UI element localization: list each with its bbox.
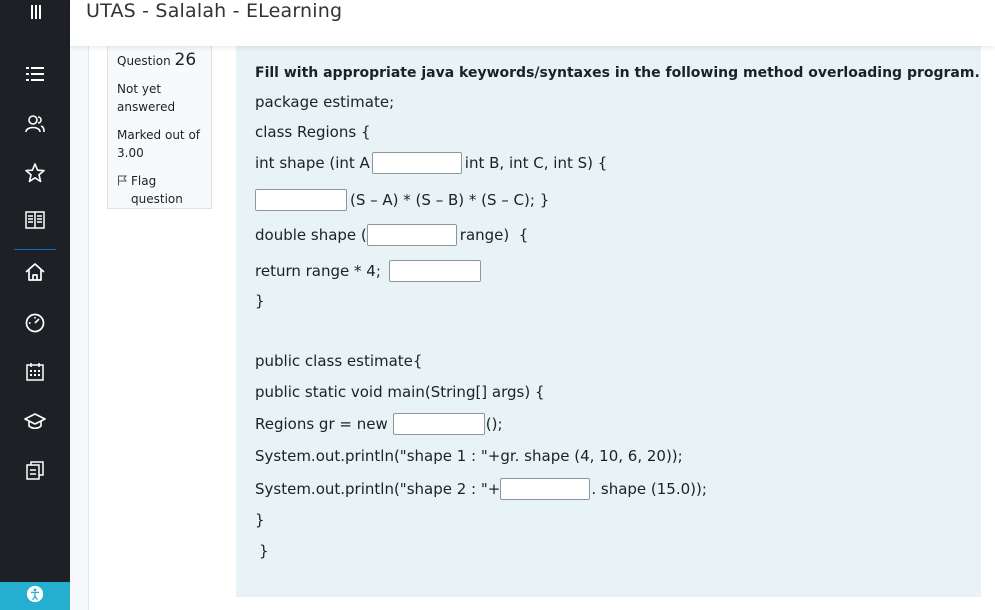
flag-icon [117, 172, 131, 191]
accessibility-icon [26, 585, 44, 607]
code-line-return: return range * 4; [255, 258, 481, 284]
code-line-regions: Regions gr = new (); [255, 413, 503, 435]
site-title[interactable]: UTAS - Salalah - ELearning [86, 0, 342, 22]
question-info-box: Question 26 Not yet answered Marked out … [107, 46, 212, 209]
question-grade: Marked out of 3.00 [117, 128, 201, 160]
code-line-calc: (S – A) * (S – B) * (S – C); } [255, 187, 549, 213]
graduation-cap-icon[interactable] [22, 408, 48, 434]
list-icon[interactable] [22, 61, 48, 87]
calendar-icon[interactable] [22, 359, 48, 385]
question-instruction: Fill with appropriate java keywords/synt… [255, 65, 980, 81]
code-line-package: package estimate; [255, 93, 395, 111]
home-icon[interactable] [22, 259, 48, 285]
star-icon[interactable] [22, 160, 48, 186]
dashboard-icon[interactable] [22, 310, 48, 336]
question-text-panel: Fill with appropriate java keywords/synt… [236, 46, 981, 597]
accessibility-button[interactable] [0, 582, 70, 610]
question-number: Question 26 [117, 50, 197, 70]
code-line-print-2: System.out.println("shape 2 : "+ . shape… [255, 478, 707, 500]
code-line-main: public static void main(String[] args) { [255, 383, 545, 401]
code-line-print-1: System.out.println("shape 1 : "+gr. shap… [255, 447, 683, 465]
left-sidebar [0, 0, 70, 610]
code-line-class: class Regions { [255, 123, 371, 141]
menu-icon[interactable] [22, 0, 48, 26]
code-line-int-shape: int shape (int A int B, int C, int S) { [255, 152, 608, 174]
book-icon[interactable] [22, 207, 48, 233]
code-line-double-shape: double shape ( range) { [255, 224, 529, 246]
blank-6-input[interactable] [500, 478, 591, 500]
blank-4-input[interactable] [388, 260, 481, 282]
code-line-public-class: public class estimate{ [255, 352, 423, 370]
blank-1-input[interactable] [371, 152, 462, 174]
users-icon[interactable] [22, 111, 48, 137]
code-line-close-2: } [255, 511, 265, 529]
code-line-close-1: } [255, 292, 265, 310]
flag-question-link[interactable]: Flag question [117, 172, 203, 208]
question-state: Not yet answered [117, 82, 176, 114]
blank-2-input[interactable] [255, 189, 347, 211]
code-line-close-3: } [259, 542, 269, 560]
blank-5-input[interactable] [392, 413, 485, 435]
blank-3-input[interactable] [366, 224, 457, 246]
tasks-icon[interactable] [22, 457, 48, 483]
top-header: UTAS - Salalah - ELearning [70, 0, 995, 46]
